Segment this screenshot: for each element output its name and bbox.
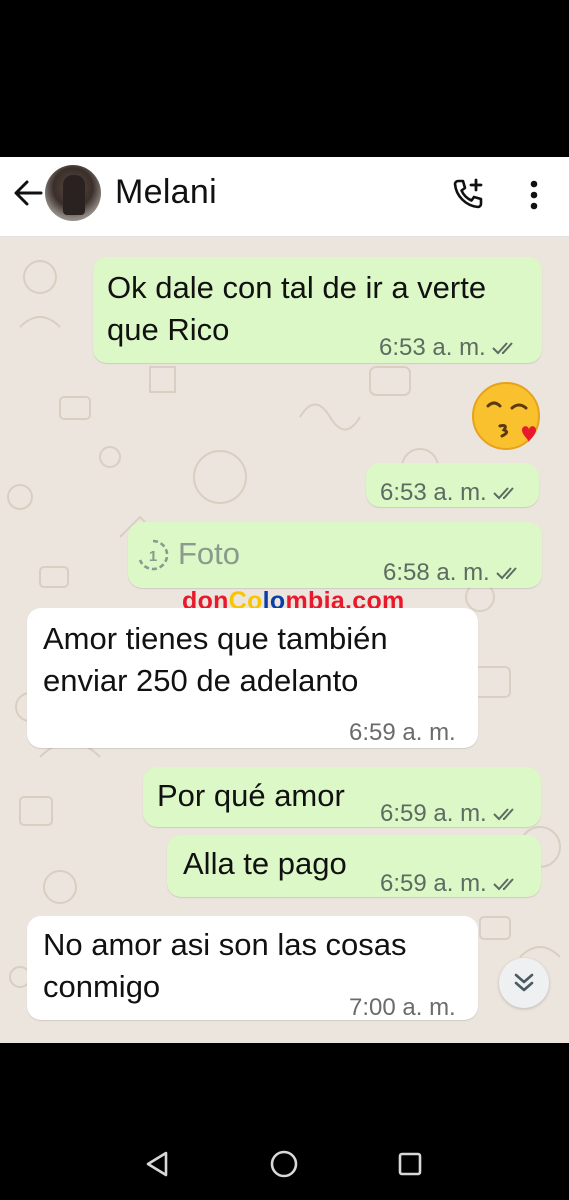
message-text-line: Amor tienes que también [43, 621, 388, 656]
arrow-left-icon [14, 180, 43, 206]
message-bubble-outgoing-photo[interactable]: 1 Foto 6:58 a. m. [128, 522, 542, 588]
message-meta: 6:53 a. m. [379, 327, 518, 369]
double-chevron-down-icon [514, 973, 534, 992]
contact-avatar[interactable] [45, 165, 101, 221]
message-meta: 6:59 a. m. [349, 712, 456, 754]
message-meta: 6:59 a. m. [380, 793, 519, 835]
nav-recents-button[interactable] [392, 1146, 428, 1182]
message-time: 6:53 a. m. [380, 479, 487, 506]
svg-text:1: 1 [149, 548, 157, 565]
message-meta: 6:53 a. m. [380, 472, 519, 514]
double-check-icon [493, 878, 514, 891]
add-call-button[interactable] [447, 173, 489, 215]
message-text: Por qué amor [157, 778, 345, 813]
triangle-back-icon [146, 1151, 168, 1177]
add-call-icon [453, 178, 483, 209]
message-time: 6:59 a. m. [349, 719, 456, 746]
status-bar-area [0, 0, 569, 157]
message-text-line: No amor asi son las cosas [43, 927, 407, 962]
message-meta: 7:00 a. m. [349, 987, 456, 1029]
square-recents-icon [398, 1152, 422, 1176]
message-bubble-incoming[interactable]: No amor asi son las cosas conmigo 7:00 a… [27, 916, 478, 1021]
message-bubble-outgoing[interactable]: Por qué amor 6:59 a. m. [143, 767, 541, 827]
message-time: 6:59 a. m. [380, 870, 487, 897]
message-time: 6:53 a. m. [379, 334, 486, 361]
message-time: 7:00 a. m. [349, 994, 456, 1021]
nav-back-button[interactable] [139, 1146, 175, 1182]
scroll-to-bottom-button[interactable] [499, 958, 549, 1008]
message-meta: 6:59 a. m. [380, 863, 519, 905]
nav-home-button[interactable] [266, 1146, 302, 1182]
back-button[interactable] [8, 173, 48, 213]
message-bubble-incoming[interactable]: Amor tienes que también enviar 250 de ad… [27, 608, 478, 748]
more-vert-icon [530, 180, 538, 210]
circle-home-icon [270, 1150, 298, 1178]
view-once-icon: 1 [138, 539, 169, 571]
message-bubble-outgoing[interactable]: Ok dale con tal de ir a verte que Rico 6… [93, 257, 542, 363]
double-check-icon [496, 567, 517, 580]
double-check-icon [492, 342, 513, 355]
kissing-face-emoji-icon [472, 382, 540, 450]
double-check-icon [493, 487, 514, 500]
message-bubble-outgoing[interactable]: 6:53 a. m. [366, 463, 539, 507]
emoji-message[interactable] [470, 380, 542, 452]
message-bubble-outgoing[interactable]: Alla te pago 6:59 a. m. [167, 835, 541, 897]
double-check-icon [493, 808, 514, 821]
message-text-line: enviar 250 de adelanto [43, 663, 359, 698]
message-time: 6:59 a. m. [380, 800, 487, 827]
chat-header: Melani [0, 157, 569, 237]
message-text: Alla te pago [183, 846, 347, 881]
photo-label: Foto [178, 536, 241, 571]
contact-name[interactable]: Melani [115, 173, 217, 212]
more-options-button[interactable] [518, 175, 550, 215]
message-text-line: Ok dale con tal de ir a verte [107, 270, 487, 305]
